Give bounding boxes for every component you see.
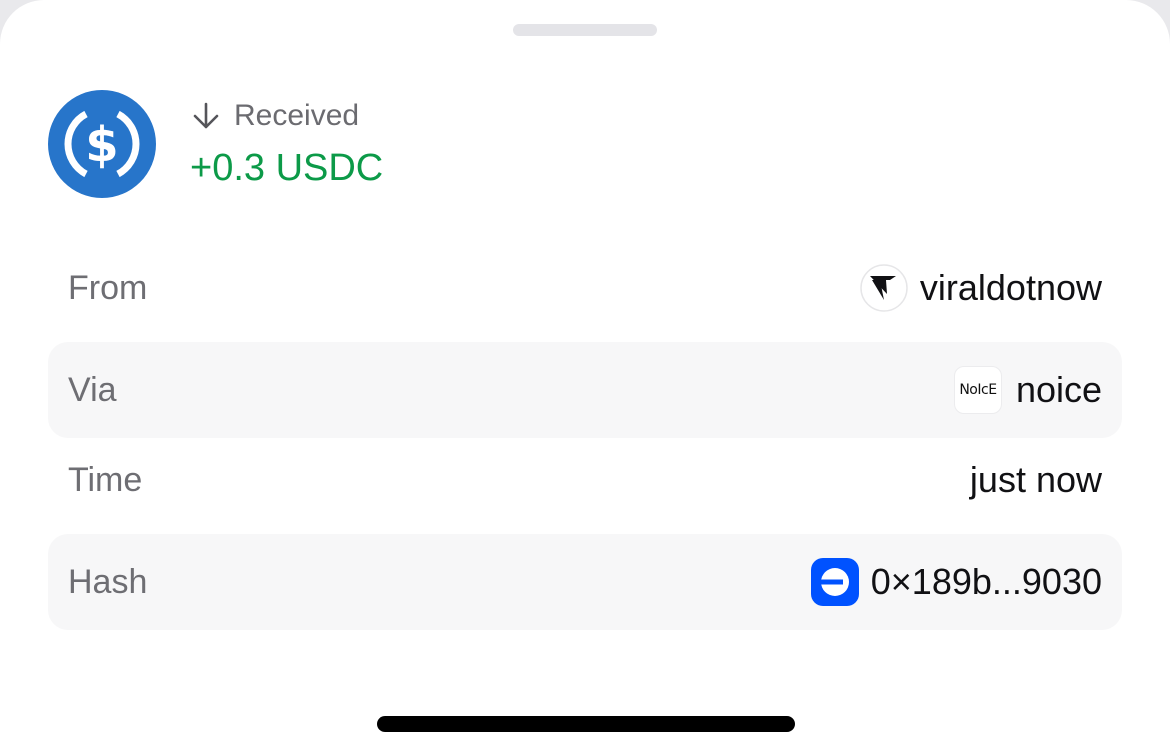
transaction-direction-label: Received xyxy=(234,99,360,132)
noice-logo-text: NoIcE xyxy=(959,382,997,398)
transaction-detail-sheet: $ Received +0.3 USDC From viraldotnow Vi… xyxy=(0,0,1170,756)
hash-row[interactable]: Hash 0×189b...9030 xyxy=(48,534,1122,630)
transaction-amount: +0.3 USDC xyxy=(190,147,384,189)
noice-logo: NoIcE xyxy=(953,366,1002,414)
time-value: just now xyxy=(969,459,1102,500)
base-chain-icon xyxy=(810,558,859,606)
arrow-down-icon xyxy=(193,102,219,129)
hash-value[interactable]: 0×189b...9030 xyxy=(810,558,1102,606)
transaction-hash: 0×189b...9030 xyxy=(870,561,1102,602)
hash-label: Hash xyxy=(68,562,148,601)
from-value[interactable]: viraldotnow xyxy=(860,264,1102,312)
via-row[interactable]: Via NoIcE noice xyxy=(48,342,1122,438)
transaction-type: Received xyxy=(190,96,383,136)
svg-text:$: $ xyxy=(85,117,118,173)
usdc-icon: $ xyxy=(48,90,156,198)
sheet-grabber-handle[interactable] xyxy=(513,24,657,36)
via-label: Via xyxy=(68,370,117,409)
via-app-name: noice xyxy=(1015,369,1102,410)
from-row[interactable]: From viraldotnow xyxy=(48,240,1122,336)
transaction-header: Received +0.3 USDC xyxy=(190,96,383,190)
via-value[interactable]: NoIcE noice xyxy=(953,366,1102,414)
home-indicator xyxy=(377,716,795,732)
viral-logo-icon xyxy=(860,264,908,312)
from-label: From xyxy=(68,268,148,307)
from-username: viraldotnow xyxy=(919,267,1102,308)
time-row: Time just now xyxy=(48,432,1122,528)
time-label: Time xyxy=(68,460,143,499)
